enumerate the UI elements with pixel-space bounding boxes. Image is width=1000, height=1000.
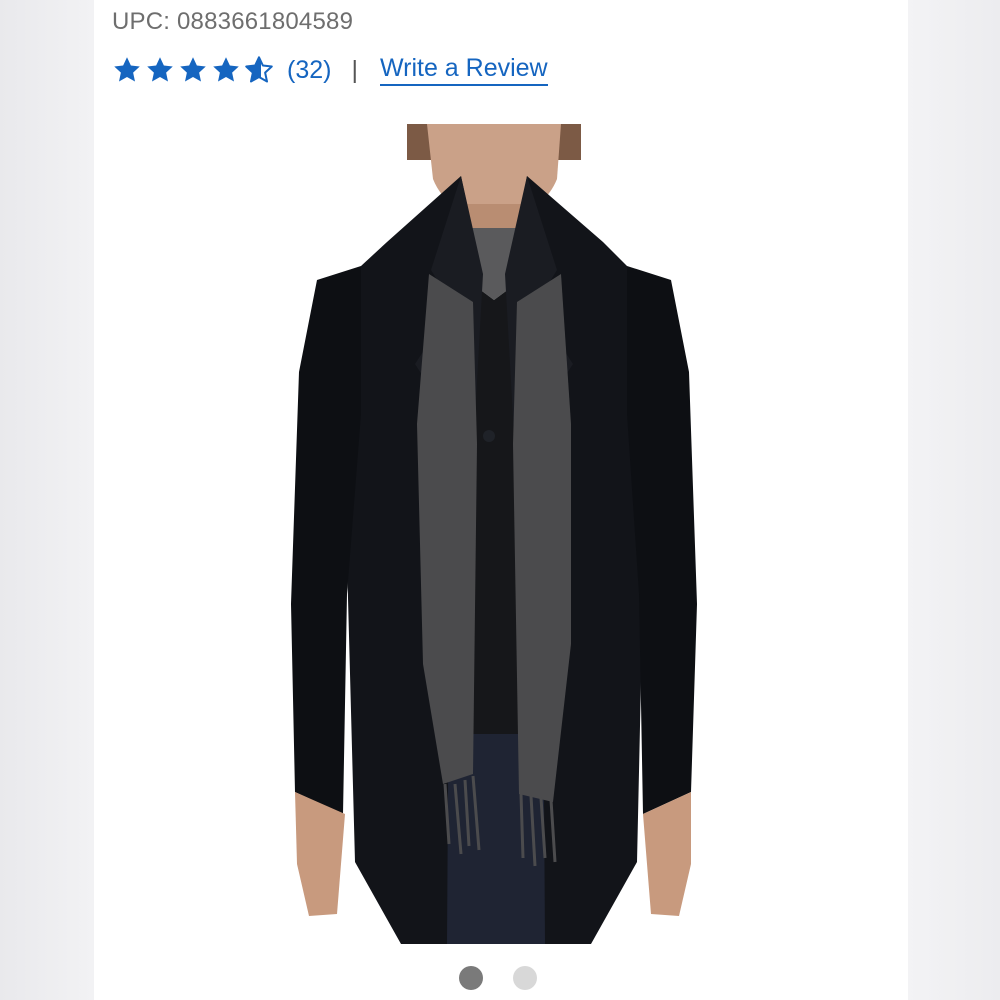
- write-review-link[interactable]: Write a Review: [379, 54, 548, 86]
- half-star-icon: [245, 56, 273, 83]
- product-card: UPC: 0883661804589 (32) | Write a Review: [94, 0, 908, 1000]
- upc-label: UPC: 0883661804589: [112, 8, 354, 35]
- star-icon: [114, 57, 140, 82]
- rating-row: (32) | Write a Review: [112, 52, 548, 88]
- star-rating[interactable]: [112, 55, 277, 85]
- carousel-dots: [459, 966, 567, 990]
- star-icon: [180, 57, 206, 82]
- carousel-dot-2[interactable]: [513, 966, 537, 990]
- star-icon: [213, 57, 239, 82]
- review-count[interactable]: (32): [287, 56, 331, 85]
- right-gutter: [908, 0, 1000, 1000]
- separator: |: [351, 55, 358, 84]
- left-gutter: [0, 0, 94, 1000]
- star-icon: [147, 57, 173, 82]
- carousel-dot-1[interactable]: [459, 966, 483, 990]
- product-image[interactable]: [211, 124, 776, 944]
